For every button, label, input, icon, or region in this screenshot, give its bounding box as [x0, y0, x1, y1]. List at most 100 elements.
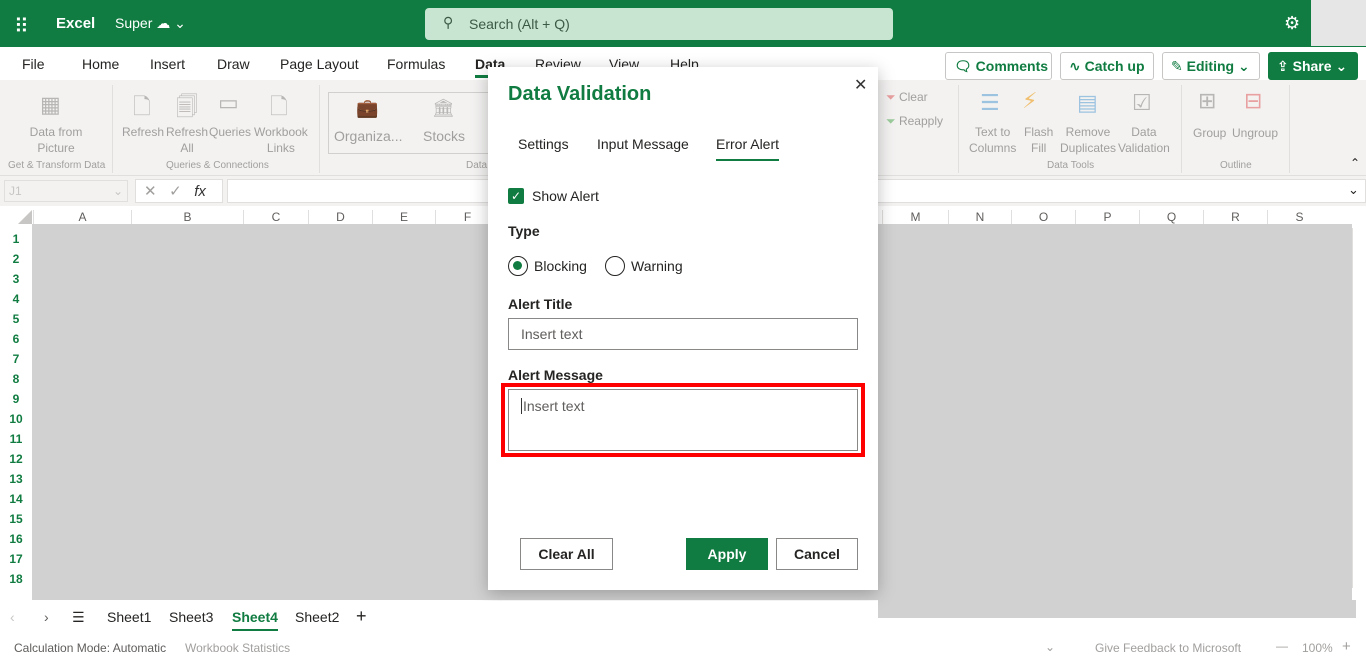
workbook-links-button[interactable]: Workbook Links	[254, 124, 308, 156]
feedback-link[interactable]: Give Feedback to Microsoft	[1095, 641, 1241, 655]
all-sheets-icon[interactable]: ☰	[72, 609, 85, 626]
zoom-in-icon[interactable]: +	[1342, 638, 1351, 655]
sheet-tab[interactable]: Sheet1	[107, 609, 151, 625]
scroll-right-icon[interactable]: ›	[44, 609, 49, 625]
data-validation-button[interactable]: Data Validation	[1118, 124, 1170, 156]
cancel-button[interactable]: Cancel	[776, 538, 858, 570]
row-header[interactable]: 18	[0, 569, 32, 589]
row-header[interactable]: 11	[0, 429, 32, 449]
row-header[interactable]: 6	[0, 329, 32, 349]
row-header[interactable]: 12	[0, 449, 32, 469]
flash-fill-button[interactable]: Flash Fill	[1024, 124, 1053, 156]
show-alert-checkbox[interactable]: ✓	[508, 188, 524, 204]
check-icon[interactable]: ✓	[169, 183, 182, 200]
name-box[interactable]: J1 ⌄	[4, 180, 128, 202]
clear-all-button[interactable]: Clear All	[520, 538, 613, 570]
row-header[interactable]: 7	[0, 349, 32, 369]
gear-icon[interactable]: ⚙	[1284, 13, 1300, 34]
refresh-all-button[interactable]: Refresh All	[166, 124, 208, 156]
zoom-out-icon[interactable]: —	[1276, 639, 1288, 653]
catch-up-button[interactable]: ∿ Catch up	[1060, 52, 1154, 80]
row-header[interactable]: 10	[0, 409, 32, 429]
organization-button[interactable]: Organiza...	[334, 128, 402, 144]
close-icon[interactable]: ✕	[854, 75, 867, 95]
tab-draw[interactable]: Draw	[217, 56, 250, 72]
cancel-icon[interactable]: ✕	[144, 183, 157, 200]
top-bar: ⠿ Excel Super ☁ ⌄ ⚲ Search (Alt + Q) ⚙	[0, 0, 1366, 47]
avatar[interactable]	[1311, 0, 1366, 46]
comments-button[interactable]: 🗨 Comments	[945, 52, 1052, 80]
group-button[interactable]: Group	[1193, 125, 1226, 141]
row-header[interactable]: 13	[0, 469, 32, 489]
alert-message-label: Alert Message	[508, 367, 603, 383]
search-box[interactable]: ⚲ Search (Alt + Q)	[425, 8, 893, 40]
group-label: Get & Transform Data	[8, 160, 106, 171]
queries-icon: ▭	[218, 90, 239, 115]
row-header[interactable]: 15	[0, 509, 32, 529]
comments-label: Comments	[975, 58, 1049, 74]
tab-home[interactable]: Home	[82, 56, 119, 72]
clear-button[interactable]: ⏷ Clear	[886, 89, 928, 105]
app-launcher-icon[interactable]: ⠿	[14, 14, 29, 39]
text-to-columns-button[interactable]: Text to Columns	[969, 124, 1016, 156]
tab-settings[interactable]: Settings	[518, 136, 569, 152]
sheet-tab-active[interactable]: Sheet4	[232, 609, 278, 631]
ungroup-button[interactable]: Ungroup	[1232, 125, 1278, 141]
vertical-scrollbar[interactable]	[1352, 228, 1366, 588]
row-header[interactable]: 5	[0, 309, 32, 329]
row-header[interactable]: 16	[0, 529, 32, 549]
row-header[interactable]: 14	[0, 489, 32, 509]
app-name[interactable]: Excel	[56, 15, 95, 32]
apply-button[interactable]: Apply	[686, 538, 768, 570]
chevron-down-icon[interactable]: ⌄	[1045, 640, 1055, 654]
row-header[interactable]: 2	[0, 249, 32, 269]
tab-page-layout[interactable]: Page Layout	[280, 56, 359, 72]
row-header[interactable]: 9	[0, 389, 32, 409]
reapply-button[interactable]: ⏷ Reapply	[886, 113, 943, 129]
stocks-button[interactable]: Stocks	[423, 128, 465, 144]
refresh-button[interactable]: Refresh	[122, 124, 164, 140]
editing-button[interactable]: ✎ Editing ⌄	[1162, 52, 1260, 80]
label: Remove	[1065, 125, 1111, 139]
collapse-ribbon-icon[interactable]: ⌃	[1350, 156, 1360, 170]
row-header[interactable]: 1	[0, 229, 32, 249]
sheet-tabs: ‹ › ☰ Sheet1 Sheet3 Sheet4 Sheet2 +	[0, 601, 878, 634]
tab-input-message[interactable]: Input Message	[597, 136, 689, 152]
scroll-left-icon[interactable]: ‹	[10, 609, 15, 625]
add-sheet-icon[interactable]: +	[356, 606, 367, 627]
remove-duplicates-button[interactable]: Remove Duplicates	[1060, 124, 1116, 156]
data-from-picture-button[interactable]: Data from Picture	[20, 124, 92, 156]
row-header[interactable]: 17	[0, 549, 32, 569]
alert-message-textarea[interactable]: Insert text	[508, 389, 858, 451]
row-header[interactable]: 4	[0, 289, 32, 309]
fx-icon[interactable]: fx	[194, 183, 206, 200]
warning-radio[interactable]	[605, 256, 625, 276]
tab-formulas[interactable]: Formulas	[387, 56, 445, 72]
tab-insert[interactable]: Insert	[150, 56, 185, 72]
tab-file[interactable]: File	[22, 56, 45, 72]
calc-mode[interactable]: Calculation Mode: Automatic	[14, 641, 166, 655]
queries-button[interactable]: Queries	[209, 124, 251, 140]
divider	[319, 85, 320, 173]
type-label: Type	[508, 223, 540, 239]
modal-overlay	[878, 600, 1356, 618]
data-types-gallery[interactable]	[328, 92, 493, 154]
label: Text to	[975, 125, 1011, 139]
blocking-radio[interactable]	[508, 256, 528, 276]
editing-label: Editing	[1186, 58, 1235, 74]
row-header[interactable]: 3	[0, 269, 32, 289]
zoom-level[interactable]: 100%	[1302, 641, 1333, 655]
workbook-stats[interactable]: Workbook Statistics	[185, 641, 290, 655]
workbook-name[interactable]: Super ☁ ⌄	[115, 15, 186, 32]
select-all-icon[interactable]	[18, 210, 32, 224]
share-button[interactable]: ⇪ Share ⌄	[1268, 52, 1358, 80]
sheet-tab[interactable]: Sheet3	[169, 609, 213, 625]
tab-error-alert[interactable]: Error Alert	[716, 136, 780, 161]
workbook-title: Super	[115, 15, 153, 31]
alert-title-input[interactable]: Insert text	[508, 318, 858, 350]
row-header[interactable]: 8	[0, 369, 32, 389]
pencil-icon: ✎	[1171, 58, 1183, 74]
sheet-tab[interactable]: Sheet2	[295, 609, 339, 625]
search-icon: ⚲	[443, 14, 454, 30]
expand-formula-icon[interactable]: ⌄	[1348, 182, 1359, 198]
